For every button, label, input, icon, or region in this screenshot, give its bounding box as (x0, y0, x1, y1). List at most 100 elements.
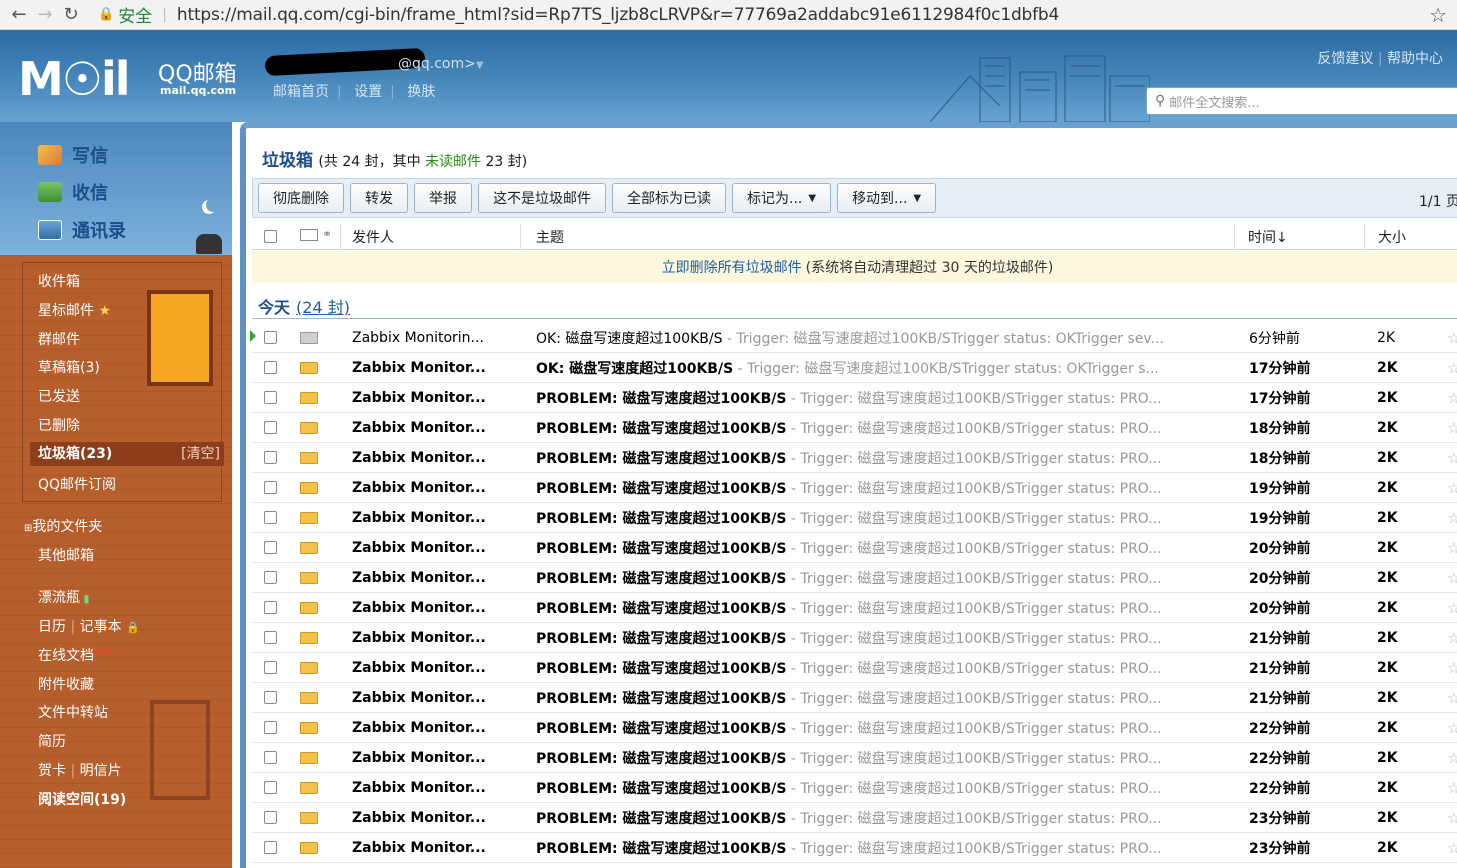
sidebar-item-greeting-card[interactable]: 贺卡 (38, 763, 66, 779)
star-icon[interactable]: ☆ (1447, 539, 1457, 557)
contacts-button[interactable]: 通讯录 (38, 217, 126, 243)
star-icon[interactable]: ☆ (1447, 569, 1457, 587)
table-row[interactable]: Zabbix Monitor... PROBLEM: 磁盘写速度超过100KB/S… (252, 593, 1457, 623)
link-skin[interactable]: 换肤 (407, 84, 435, 100)
account-address[interactable]: @qq.com>▼ (268, 56, 484, 72)
link-mail-home[interactable]: 邮箱首页 (273, 84, 329, 100)
mark-as-dropdown[interactable]: 标记为... ▼ (732, 183, 832, 213)
sidebar-item-group[interactable]: 群邮件 (38, 329, 80, 349)
star-icon[interactable]: ☆ (1447, 749, 1457, 767)
row-checkbox[interactable] (264, 541, 277, 554)
link-help[interactable]: 帮助中心 (1387, 51, 1443, 67)
link-settings[interactable]: 设置 (354, 84, 382, 100)
sidebar-item-my-folders[interactable]: ⊞我的文件夹 (24, 516, 102, 536)
sidebar-item-reading-space[interactable]: 阅读空间(19) (38, 789, 126, 809)
star-icon[interactable]: ☆ (1447, 449, 1457, 467)
table-row[interactable]: Zabbix Monitor... PROBLEM: 磁盘写速度超过100KB/S… (252, 413, 1457, 443)
star-icon[interactable]: ☆ (1447, 479, 1457, 497)
sidebar-item-drafts[interactable]: 草稿箱(3) (38, 357, 100, 377)
col-size[interactable]: 大小 (1378, 227, 1406, 247)
sidebar-item-subscriptions[interactable]: QQ邮件订阅 (38, 474, 116, 494)
delete-permanently-button[interactable]: 彻底删除 (258, 183, 344, 213)
forward-button[interactable]: 转发 (350, 183, 408, 213)
table-row[interactable]: Zabbix Monitor... PROBLEM: 磁盘写速度超过100KB/S… (252, 533, 1457, 563)
row-checkbox[interactable] (264, 691, 277, 704)
receive-button[interactable]: 收信 (38, 179, 108, 205)
sidebar-item-sent[interactable]: 已发送 (38, 386, 80, 406)
star-icon[interactable]: ☆ (1447, 779, 1457, 797)
row-checkbox[interactable] (264, 781, 277, 794)
table-row[interactable]: Zabbix Monitor... OK: 磁盘写速度超过100KB/S - Tr… (252, 353, 1457, 383)
table-row[interactable]: Zabbix Monitorin... OK: 磁盘写速度超过100KB/S - … (250, 323, 1457, 353)
row-checkbox[interactable] (264, 361, 277, 374)
table-row[interactable]: Zabbix Monitor... PROBLEM: 磁盘写速度超过100KB/S… (252, 773, 1457, 803)
sidebar-item-online-docs[interactable]: 在线文档NEW (38, 645, 113, 665)
report-button[interactable]: 举报 (414, 183, 472, 213)
table-row[interactable]: Zabbix Monitor... PROBLEM: 磁盘写速度超过100KB/S… (252, 683, 1457, 713)
row-checkbox[interactable] (264, 511, 277, 524)
chevron-down-icon[interactable]: ▼ (476, 60, 484, 71)
link-feedback[interactable]: 反馈建议 (1317, 51, 1373, 67)
col-time[interactable]: 时间↓ (1248, 227, 1288, 247)
table-row[interactable]: Zabbix Monitor... PROBLEM: 磁盘写速度超过100KB/S… (252, 503, 1457, 533)
table-row[interactable]: Zabbix Monitor... PROBLEM: 磁盘写速度超过100KB/S… (252, 383, 1457, 413)
move-to-dropdown[interactable]: 移动到... ▼ (837, 183, 937, 213)
sidebar-item-calendar[interactable]: 日历 (38, 619, 66, 635)
back-arrow-icon[interactable]: ← (6, 2, 32, 28)
col-from[interactable]: 发件人 (352, 227, 394, 247)
star-icon[interactable]: ☆ (1447, 689, 1457, 707)
star-icon[interactable]: ☆ (1447, 329, 1457, 347)
row-checkbox[interactable] (264, 721, 277, 734)
sidebar-item-file-transfer[interactable]: 文件中转站 (38, 702, 108, 722)
col-subject[interactable]: 主题 (536, 227, 564, 247)
sidebar-item-inbox[interactable]: 收件箱 (38, 271, 80, 291)
sidebar-item-notebook[interactable]: 记事本 (80, 619, 122, 635)
bookmark-star-icon[interactable]: ☆ (1429, 3, 1447, 27)
address-bar[interactable]: https://mail.qq.com/cgi-bin/frame_html?s… (177, 5, 1059, 25)
sidebar-item-drift-bottle[interactable]: 漂流瓶 ▮ (38, 587, 90, 607)
star-icon[interactable]: ☆ (1447, 659, 1457, 677)
not-spam-button[interactable]: 这不是垃圾邮件 (478, 183, 606, 213)
mail-logo[interactable]: M☉il (18, 52, 131, 106)
table-row[interactable]: Zabbix Monitor... PROBLEM: 磁盘写速度超过100KB/S… (252, 803, 1457, 833)
sidebar-item-deleted[interactable]: 已删除 (38, 415, 80, 435)
table-row[interactable]: Zabbix Monitor... PROBLEM: 磁盘写速度超过100KB/S… (252, 473, 1457, 503)
mark-all-read-button[interactable]: 全部标为已读 (612, 183, 726, 213)
star-icon[interactable]: ☆ (1447, 629, 1457, 647)
row-checkbox[interactable] (264, 481, 277, 494)
star-icon[interactable]: ☆ (1447, 509, 1457, 527)
reload-icon[interactable]: ↻ (58, 2, 84, 28)
search-input[interactable]: ⚲ 邮件全文搜索... (1146, 87, 1457, 115)
star-icon[interactable]: ☆ (1447, 599, 1457, 617)
table-row[interactable]: Zabbix Monitor... PROBLEM: 磁盘写速度超过100KB/S… (252, 653, 1457, 683)
row-checkbox[interactable] (264, 421, 277, 434)
sidebar-item-postcard[interactable]: 明信片 (80, 763, 122, 779)
row-checkbox[interactable] (264, 811, 277, 824)
table-row[interactable]: Zabbix Monitor... PROBLEM: 磁盘写速度超过100KB/S… (252, 443, 1457, 473)
row-checkbox[interactable] (264, 601, 277, 614)
row-checkbox[interactable] (264, 451, 277, 464)
row-checkbox[interactable] (264, 661, 277, 674)
row-checkbox[interactable] (264, 631, 277, 644)
row-checkbox[interactable] (264, 391, 277, 404)
forward-arrow-icon[interactable]: → (32, 2, 58, 28)
table-row[interactable]: Zabbix Monitor... PROBLEM: 磁盘写速度超过100KB/S… (252, 713, 1457, 743)
row-checkbox[interactable] (264, 331, 277, 344)
sidebar-item-other-mail[interactable]: 其他邮箱 (38, 545, 94, 565)
sidebar-item-spam[interactable]: 垃圾箱(23) [清空] (30, 442, 224, 466)
table-row[interactable]: Zabbix Monitor... PROBLEM: 磁盘写速度超过100KB/S… (252, 833, 1457, 863)
star-icon[interactable]: ☆ (1447, 359, 1457, 377)
row-checkbox[interactable] (264, 571, 277, 584)
star-icon[interactable]: ☆ (1447, 809, 1457, 827)
row-checkbox[interactable] (264, 841, 277, 854)
compose-button[interactable]: 写信 (38, 142, 108, 168)
delete-all-spam-link[interactable]: 立即删除所有垃圾邮件 (662, 257, 802, 277)
unread-link[interactable]: 未读邮件 (425, 154, 481, 170)
select-all-checkbox[interactable] (264, 230, 277, 243)
star-icon[interactable]: ☆ (1447, 389, 1457, 407)
pager[interactable]: 1/1 页 (1419, 191, 1457, 211)
group-count[interactable]: (24 封) (296, 298, 350, 317)
table-row[interactable]: Zabbix Monitor... PROBLEM: 磁盘写速度超过100KB/S… (252, 563, 1457, 593)
star-icon[interactable]: ☆ (1447, 719, 1457, 737)
table-row[interactable]: Zabbix Monitor... PROBLEM: 磁盘写速度超过100KB/S… (252, 623, 1457, 653)
